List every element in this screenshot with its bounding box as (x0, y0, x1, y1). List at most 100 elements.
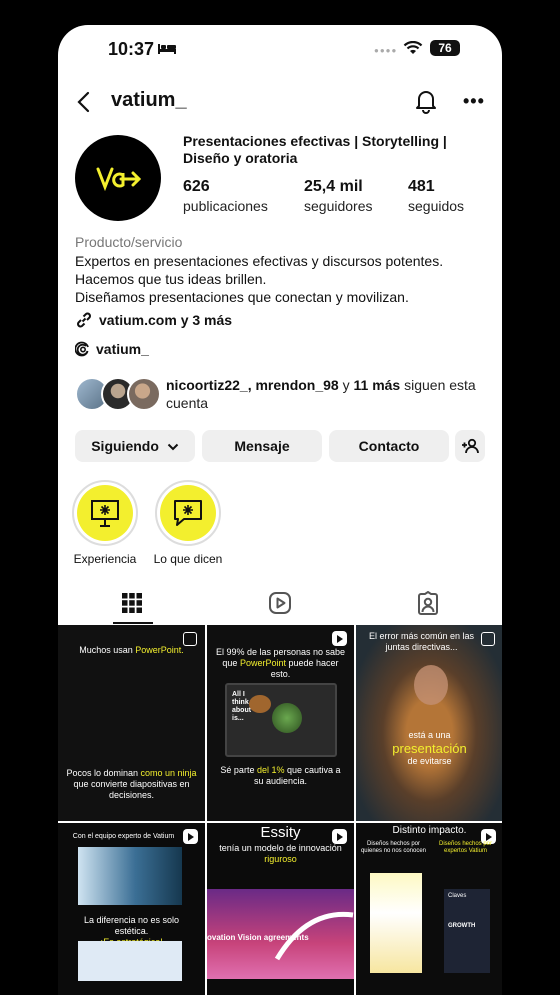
post-text-part: Sé parte (220, 765, 255, 775)
posts-grid: Muchos usan PowerPoint. Pocos lo dominan… (58, 625, 502, 995)
highlight-label: Lo que dicen (153, 552, 223, 566)
profile-category: Producto/servicio (75, 234, 183, 250)
post-thumbnail[interactable]: Distinto impacto. Diseños hechos por qui… (356, 823, 502, 995)
slides-collage (78, 847, 182, 905)
notifications-bell-icon[interactable] (414, 88, 438, 114)
stat-followers-label: seguidores (304, 198, 373, 214)
post-text: Essity (260, 824, 301, 841)
profile-avatar[interactable] (75, 135, 161, 221)
profile-tabs (58, 583, 502, 625)
post-text-highlight: del 1% (256, 765, 285, 775)
post-thumbnail[interactable]: Muchos usan PowerPoint. Pocos lo dominan… (58, 625, 205, 821)
post-text-part: Muchos usan (79, 645, 133, 655)
banner-text: ovation Vision agreements (207, 933, 309, 942)
slides-collage: Claves GROWTH (444, 889, 490, 973)
following-button[interactable]: Siguiendo (75, 430, 195, 462)
post-text-highlight: PowerPoint. (135, 645, 184, 655)
wifi-icon (403, 41, 423, 54)
status-time: 10:37 (108, 39, 155, 59)
highlight-cover (160, 485, 216, 541)
tagged-person-icon (418, 591, 438, 615)
post-text-highlight: presentación (392, 741, 467, 756)
presentation-board-icon (91, 500, 119, 527)
bio-line: Hacemos que tus ideas brillen. (75, 271, 267, 287)
tab-posts-grid[interactable] (58, 583, 206, 623)
reel-icon (332, 631, 347, 646)
card-text: GROWTH (448, 923, 476, 929)
active-tab-indicator (113, 622, 153, 624)
tab-reels[interactable] (206, 583, 354, 623)
post-text: Muchos usan PowerPoint. (66, 645, 197, 656)
highlight-experiencia[interactable]: Experiencia (65, 480, 145, 566)
burger-image (249, 695, 271, 713)
highlight-ring (72, 480, 138, 546)
threads-link[interactable]: vatium_ (75, 341, 149, 357)
banner-image: ovation Vision agreements (207, 889, 354, 979)
message-button[interactable]: Mensaje (202, 430, 322, 462)
mutual-followers-avatars[interactable] (75, 377, 161, 411)
highlight-ring (155, 480, 221, 546)
post-text-part: tenía un modelo de innovación (219, 843, 342, 853)
post-text-part: de evitarse (407, 756, 452, 766)
followed-by-more: 11 más (353, 377, 401, 393)
post-text: Diseños hechos por expertos Vatium (438, 841, 493, 854)
more-options-icon[interactable]: ••• (463, 91, 485, 112)
grid-icon (122, 593, 142, 613)
reel-icon (183, 829, 198, 844)
profile-bio: Expertos en presentaciones efectivas y d… (75, 252, 495, 306)
add-person-icon (462, 438, 479, 454)
profile-display-name: Presentaciones efectivas | Storytelling … (183, 133, 447, 166)
post-thumbnail[interactable]: El 99% de las personas no sabe que Power… (207, 625, 354, 821)
post-thumbnail[interactable]: Essity tenía un modelo de innovación rig… (207, 823, 354, 995)
highlight-cover (77, 485, 133, 541)
post-thumbnail[interactable]: El error más común en las juntas directi… (356, 625, 502, 821)
contact-button[interactable]: Contacto (329, 430, 449, 462)
stat-following-label: seguidos (408, 198, 465, 214)
following-button-label: Siguiendo (91, 438, 159, 454)
stat-following-value: 481 (408, 178, 435, 195)
post-text: Diseños hechos por quienes no nos conoce… (360, 841, 427, 854)
post-thumbnail[interactable]: Con el equipo experto de Vatium La difer… (58, 823, 205, 995)
battery-icon: 76 (430, 40, 460, 56)
stat-followers-value: 25,4 mil (304, 178, 363, 195)
profile-header: vatium_ ••• (58, 83, 502, 123)
post-text: Sé parte del 1% que cautiva a su audienc… (215, 765, 346, 787)
stat-followers[interactable]: 25,4 mil seguidores (304, 178, 373, 214)
post-text: El 99% de las personas no sabe que Power… (215, 647, 346, 680)
threads-icon (75, 341, 89, 357)
profile-link[interactable]: vatium.com y 3 más (75, 311, 232, 329)
profile-username: vatium_ (111, 89, 187, 111)
stat-posts-value: 626 (183, 178, 210, 195)
post-text: está a una presentación de evitarse (364, 730, 495, 767)
stat-posts[interactable]: 626 publicaciones (183, 178, 268, 214)
bio-line: Diseñamos presentaciones que conectan y … (75, 289, 409, 305)
post-text-part: La diferencia no es solo estética. (83, 915, 180, 936)
highlight-label: Experiencia (73, 552, 137, 566)
post-text-highlight: como un ninja (140, 768, 197, 778)
followed-by-names: nicoortiz22_, mrendon_98 (166, 377, 339, 393)
post-text-highlight: PowerPoint (239, 658, 286, 668)
tab-tagged[interactable] (354, 583, 502, 623)
status-bar: 10:37 ●●●● 76 (58, 25, 502, 73)
link-icon (77, 312, 91, 328)
signal-icon: ●●●● (374, 46, 398, 55)
post-text: El error más común en las juntas directi… (368, 631, 475, 652)
speech-bubble-star-icon (174, 500, 202, 526)
post-text-part: está a una (408, 730, 451, 740)
profile-link-text: vatium.com y 3 más (99, 312, 233, 328)
back-arrow-icon[interactable] (76, 91, 90, 113)
threads-username: vatium_ (96, 341, 149, 357)
followed-by-text[interactable]: nicoortiz22_, mrendon_98 y 11 más siguen… (166, 376, 496, 412)
chevron-down-icon (167, 443, 178, 451)
laptop-mockup: All I think about is... (225, 683, 337, 757)
post-text-highlight: riguroso (264, 854, 297, 864)
slides-collage (78, 941, 182, 981)
post-text-part: Pocos lo dominan (66, 768, 138, 778)
post-text: Con el equipo experto de Vatium (72, 833, 175, 840)
stat-following[interactable]: 481 seguidos (408, 178, 464, 214)
vatium-logo (96, 167, 142, 192)
suggested-users-button[interactable] (455, 430, 485, 462)
post-text: tenía un modelo de innovación riguroso (215, 843, 346, 865)
highlight-lo-que-dicen[interactable]: Lo que dicen (148, 480, 228, 566)
followed-by-and: y (338, 377, 354, 393)
